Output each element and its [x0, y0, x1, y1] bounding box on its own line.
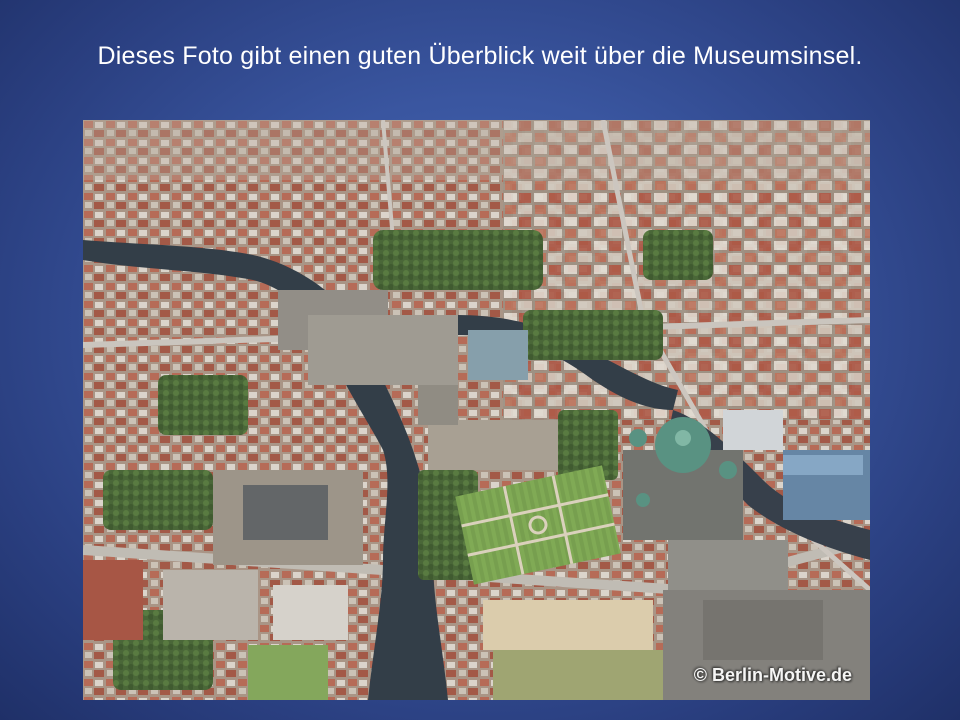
slide-title: Dieses Foto gibt einen guten Überblick w… [97, 42, 863, 70]
photo-watermark: © Berlin-Motive.de [693, 665, 852, 685]
aerial-photo: © Berlin-Motive.de [83, 120, 870, 700]
aerial-photo-illustration [83, 120, 870, 700]
